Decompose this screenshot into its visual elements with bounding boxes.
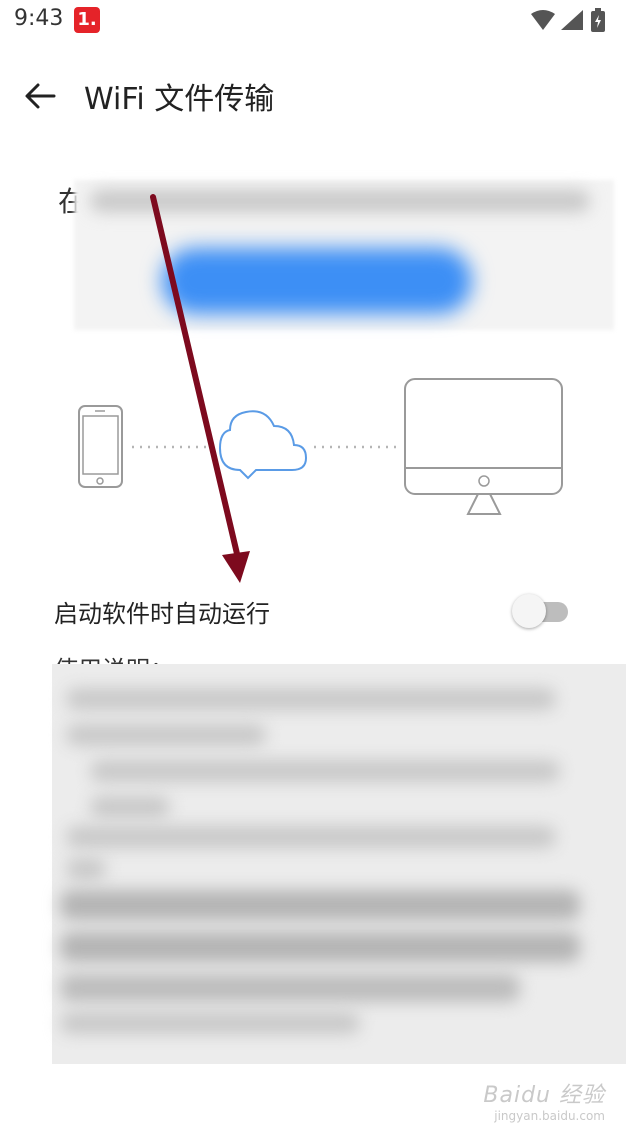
status-icons xyxy=(529,8,611,38)
back-button[interactable] xyxy=(20,76,60,116)
status-bar: 9:43 1. xyxy=(0,0,641,44)
blurred-text-line xyxy=(66,858,106,880)
back-arrow-icon xyxy=(25,83,56,109)
battery-icon xyxy=(591,8,605,32)
monitor-icon xyxy=(404,378,563,515)
blurred-text-line xyxy=(66,688,556,710)
app-bar: WiFi 文件传输 xyxy=(0,60,641,130)
wifi-icon xyxy=(531,10,555,30)
auto-run-toggle[interactable] xyxy=(512,594,568,628)
blurred-text-line xyxy=(90,796,170,818)
blurred-text-line xyxy=(60,1012,360,1034)
watermark-url: jingyan.baidu.com xyxy=(494,1109,605,1123)
auto-run-label: 启动软件时自动运行 xyxy=(54,600,270,628)
blurred-action-button[interactable] xyxy=(162,248,472,314)
baidu-watermark: Baidu 经验 jingyan.baidu.com xyxy=(483,1077,605,1123)
transfer-illustration xyxy=(78,378,563,515)
auto-run-setting[interactable]: 启动软件时自动运行 xyxy=(0,580,641,640)
blurred-text-line xyxy=(90,190,590,212)
signal-icon xyxy=(561,10,583,30)
cloud-icon xyxy=(218,410,308,480)
page-title: WiFi 文件传输 xyxy=(84,82,275,117)
toggle-thumb xyxy=(512,594,546,628)
blurred-text-line xyxy=(60,974,520,1002)
blurred-text-line xyxy=(90,760,560,782)
notification-badge: 1. xyxy=(74,7,100,33)
status-time: 9:43 xyxy=(14,6,64,31)
blurred-text-line xyxy=(60,890,580,920)
blurred-text-line xyxy=(66,826,556,848)
phone-icon xyxy=(78,405,123,488)
blurred-text-line xyxy=(66,724,266,746)
blurred-text-line xyxy=(60,932,580,962)
watermark-brand: Baidu 经验 xyxy=(483,1083,605,1108)
